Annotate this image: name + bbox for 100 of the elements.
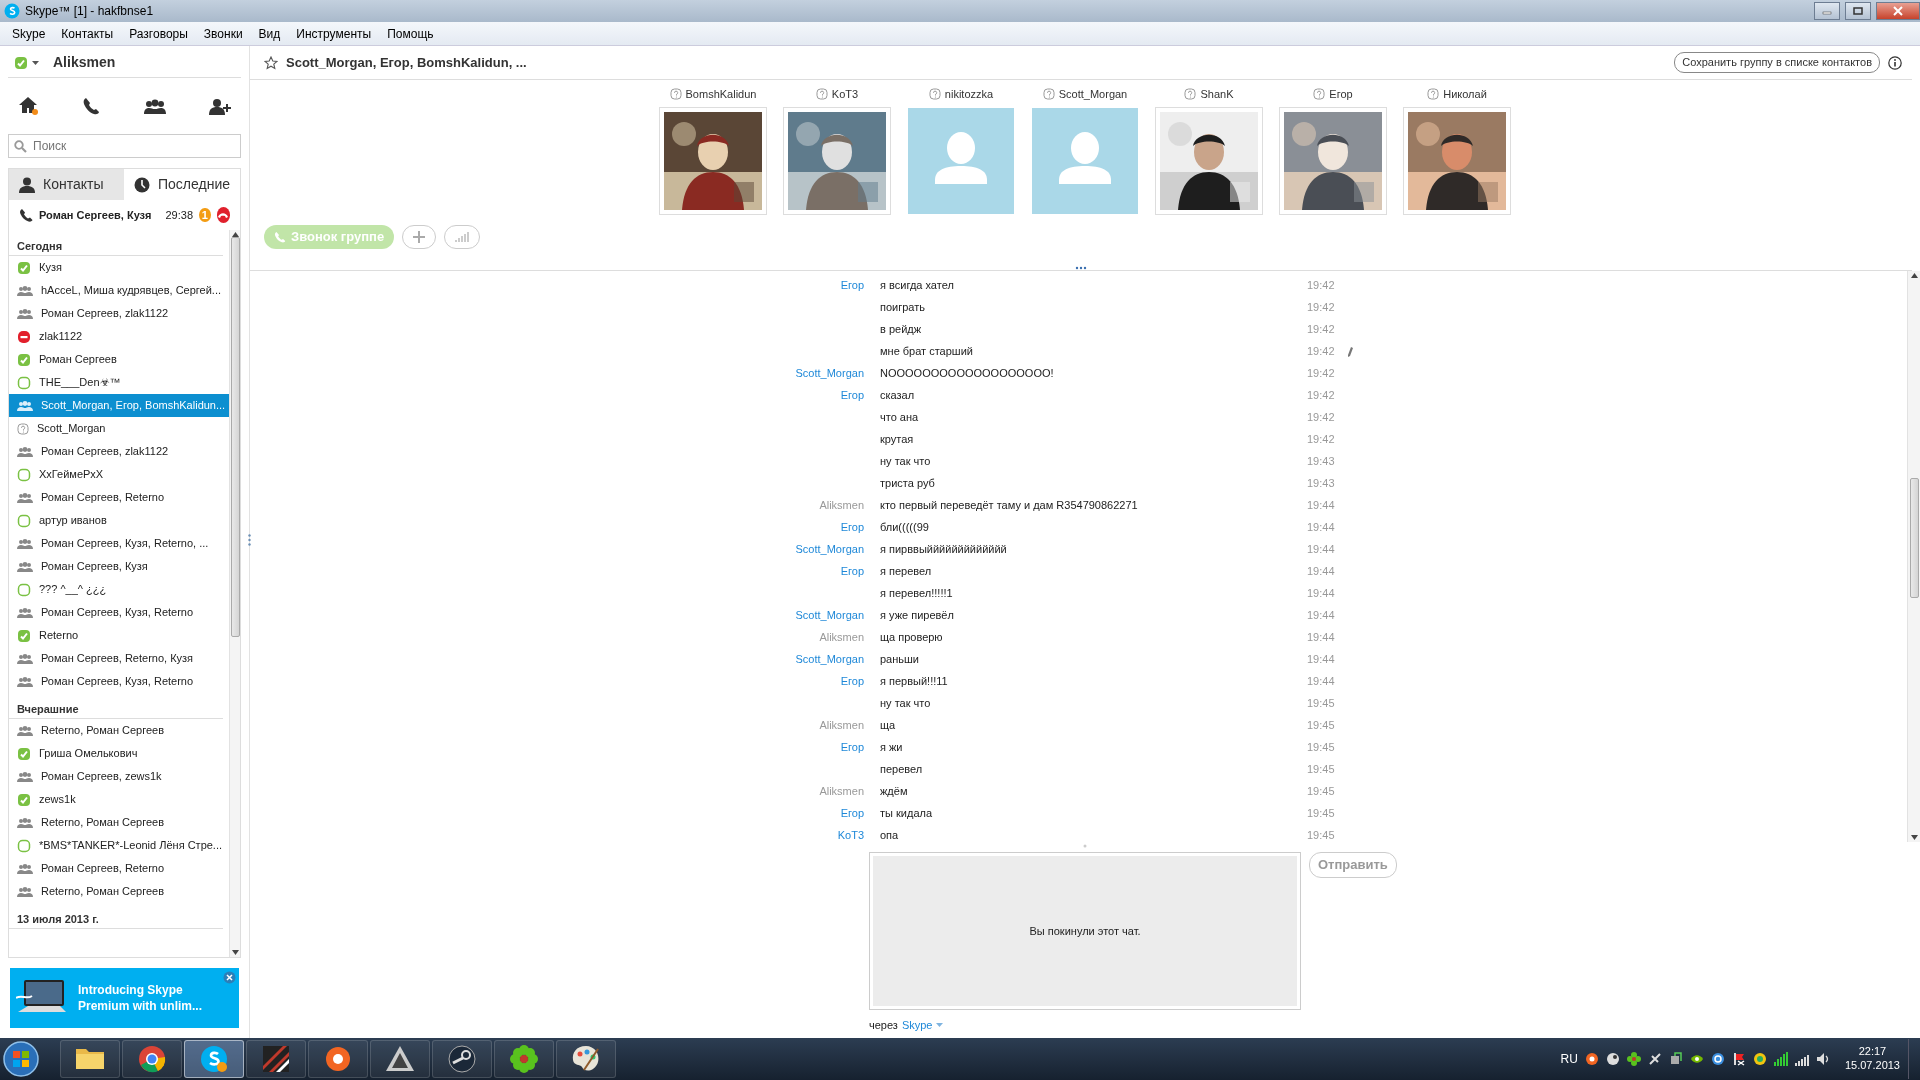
conversation-item[interactable]: Reterno, Роман Сергеев bbox=[9, 719, 229, 742]
call-button[interactable] bbox=[82, 97, 101, 115]
clock-time[interactable]: 22:17 bbox=[1858, 1045, 1887, 1059]
down-arrow-icon[interactable] bbox=[231, 950, 239, 955]
via-link[interactable]: Skype bbox=[901, 1017, 933, 1034]
resize-grip-icon[interactable] bbox=[1075, 265, 1087, 270]
conversation-item[interactable]: Reterno, Роман Сергеев bbox=[9, 811, 229, 834]
maximize-button[interactable] bbox=[1845, 2, 1871, 20]
close-button[interactable] bbox=[1876, 2, 1920, 20]
conversation-item[interactable]: Роман Сергеев, Reterno bbox=[9, 857, 229, 880]
eye-icon[interactable] bbox=[1689, 1052, 1704, 1066]
minimize-button[interactable] bbox=[1814, 2, 1840, 20]
conversation-item[interactable]: Роман Сергеев, zlak1122 bbox=[9, 440, 229, 463]
tab[interactable]: Контакты bbox=[9, 169, 124, 200]
sender-name[interactable]: Егор bbox=[840, 741, 864, 754]
sender-name[interactable]: Егор bbox=[840, 521, 864, 534]
conversation-item[interactable]: Роман Сергеев, Кузя, Reterno, ... bbox=[9, 532, 229, 555]
group-button[interactable] bbox=[143, 98, 166, 114]
sender-name[interactable]: Егор bbox=[840, 279, 864, 292]
save-group-button[interactable]: Сохранить группу в списке контактов bbox=[1674, 52, 1880, 73]
speaker-icon[interactable] bbox=[1815, 1052, 1830, 1066]
up-arrow-icon[interactable] bbox=[1910, 272, 1918, 278]
taskbar-button[interactable] bbox=[556, 1040, 616, 1078]
splitter-grip-icon[interactable] bbox=[248, 534, 251, 546]
signal-bars-icon[interactable] bbox=[1773, 1052, 1788, 1066]
language-indicator[interactable]: RU bbox=[1560, 1050, 1578, 1068]
add-contact-button[interactable] bbox=[209, 97, 231, 115]
up-arrow-icon[interactable] bbox=[231, 232, 239, 237]
menu-item[interactable]: Skype bbox=[4, 22, 54, 45]
conversation-item[interactable]: Reterno, Роман Сергеев bbox=[9, 880, 229, 903]
menu-item[interactable]: Контакты bbox=[53, 22, 122, 45]
conversation-item[interactable]: Scott_Morgan, Егор, BomshKalidun... bbox=[9, 394, 229, 417]
resize-grip-icon[interactable] bbox=[1083, 844, 1087, 848]
taskbar-button[interactable] bbox=[494, 1040, 554, 1078]
scrollbar-thumb[interactable] bbox=[230, 237, 240, 637]
conversation-name: Роман Сергеев bbox=[39, 352, 117, 368]
profile-name: Aliksmen bbox=[53, 53, 116, 72]
sender-name[interactable]: Scott_Morgan bbox=[795, 653, 864, 666]
sender-name[interactable]: Егор bbox=[840, 807, 864, 820]
conversation-item[interactable]: Роман Сергеев, zews1k bbox=[9, 765, 229, 788]
sender-name[interactable]: Егор bbox=[840, 675, 864, 688]
taskbar-button[interactable] bbox=[308, 1040, 368, 1078]
scrollbar[interactable] bbox=[1907, 270, 1920, 842]
star-icon[interactable] bbox=[264, 55, 278, 70]
conversation-item[interactable]: zlak1122 bbox=[9, 325, 229, 348]
taskbar-button[interactable] bbox=[60, 1040, 120, 1078]
taskbar-button[interactable] bbox=[184, 1040, 244, 1078]
conversation-item[interactable]: ΤΗΕ___Den☣™ bbox=[9, 371, 229, 394]
flag-icon[interactable] bbox=[1731, 1052, 1746, 1066]
conversation-item[interactable]: Роман Сергеев, Reterno, Кузя bbox=[9, 647, 229, 670]
hang-up-button[interactable] bbox=[216, 207, 230, 223]
taskbar-button[interactable] bbox=[432, 1040, 492, 1078]
menu-item[interactable]: Разговоры bbox=[121, 22, 196, 45]
conversation-item[interactable]: hAcceL, Миша кудрявцев, Сергей... bbox=[9, 279, 229, 302]
network-icon[interactable] bbox=[1794, 1052, 1809, 1066]
ring-icon[interactable] bbox=[1584, 1052, 1599, 1066]
flower-icon[interactable] bbox=[1626, 1052, 1641, 1066]
conversation-item[interactable]: ??? ^__^ ¿¿¿ bbox=[9, 578, 229, 601]
conversation-item[interactable]: Роман Сергеев bbox=[9, 348, 229, 371]
scrollbar[interactable] bbox=[229, 230, 240, 957]
conversation-item[interactable]: XxГеймеРxX bbox=[9, 463, 229, 486]
menu-item[interactable]: Звонки bbox=[195, 22, 251, 45]
sender-name[interactable]: Scott_Morgan bbox=[795, 543, 864, 556]
tool-icon[interactable] bbox=[1647, 1052, 1662, 1066]
conversation-item[interactable]: Reterno bbox=[9, 624, 229, 647]
conversation-item[interactable]: Роман Сергеев, Reterno bbox=[9, 486, 229, 509]
menu-item[interactable]: Вид bbox=[250, 22, 289, 45]
sender-name[interactable]: KoT3 bbox=[837, 829, 864, 842]
search-field[interactable]: Поиск bbox=[8, 134, 241, 158]
conversation-item[interactable]: Scott_Morgan bbox=[9, 417, 229, 440]
conversation-item[interactable]: Гриша Омелькович bbox=[9, 742, 229, 765]
home-button[interactable] bbox=[18, 96, 39, 116]
conversation-item[interactable]: zews1k bbox=[9, 788, 229, 811]
conversation-item[interactable]: Кузя bbox=[9, 256, 229, 279]
sender-name[interactable]: Scott_Morgan bbox=[795, 367, 864, 380]
close-icon[interactable] bbox=[223, 971, 236, 984]
sender-name[interactable]: Егор bbox=[840, 389, 864, 402]
start-button[interactable] bbox=[2, 1040, 40, 1078]
info-icon[interactable] bbox=[1888, 55, 1902, 70]
sender-name[interactable]: Scott_Morgan bbox=[795, 609, 864, 622]
message-input[interactable]: Вы покинули этот чат. bbox=[869, 852, 1301, 1010]
conversation-item[interactable]: Роман Сергеев, Кузя, Reterno bbox=[9, 601, 229, 624]
scrollbar-thumb[interactable] bbox=[1909, 477, 1919, 598]
conversation-item[interactable]: Роман Сергеев, Кузя bbox=[9, 555, 229, 578]
down-arrow-icon[interactable] bbox=[1910, 835, 1918, 840]
status-button[interactable] bbox=[14, 55, 39, 70]
shield-icon[interactable] bbox=[1752, 1052, 1767, 1066]
sender-name[interactable]: Егор bbox=[840, 565, 864, 578]
taskbar-button[interactable] bbox=[370, 1040, 430, 1078]
target-icon[interactable] bbox=[1710, 1052, 1725, 1066]
conversation-item[interactable]: *BMS*TANKER*-Leonid Лёня Стре... bbox=[9, 834, 229, 857]
menu-item[interactable]: Помощь bbox=[379, 22, 442, 45]
steam-like-icon[interactable] bbox=[1605, 1052, 1620, 1066]
conversation-item[interactable]: Роман Сергеев, Кузя, Reterno bbox=[9, 670, 229, 693]
conversation-item[interactable]: Роман Сергеев, zlak1122 bbox=[9, 302, 229, 325]
taskbar-button[interactable] bbox=[122, 1040, 182, 1078]
device-icon[interactable] bbox=[1668, 1052, 1683, 1066]
clock-date[interactable]: 15.07.2013 bbox=[1844, 1059, 1900, 1073]
menu-item[interactable]: Инструменты bbox=[288, 22, 380, 45]
conversation-item[interactable]: артур иванов bbox=[9, 509, 229, 532]
